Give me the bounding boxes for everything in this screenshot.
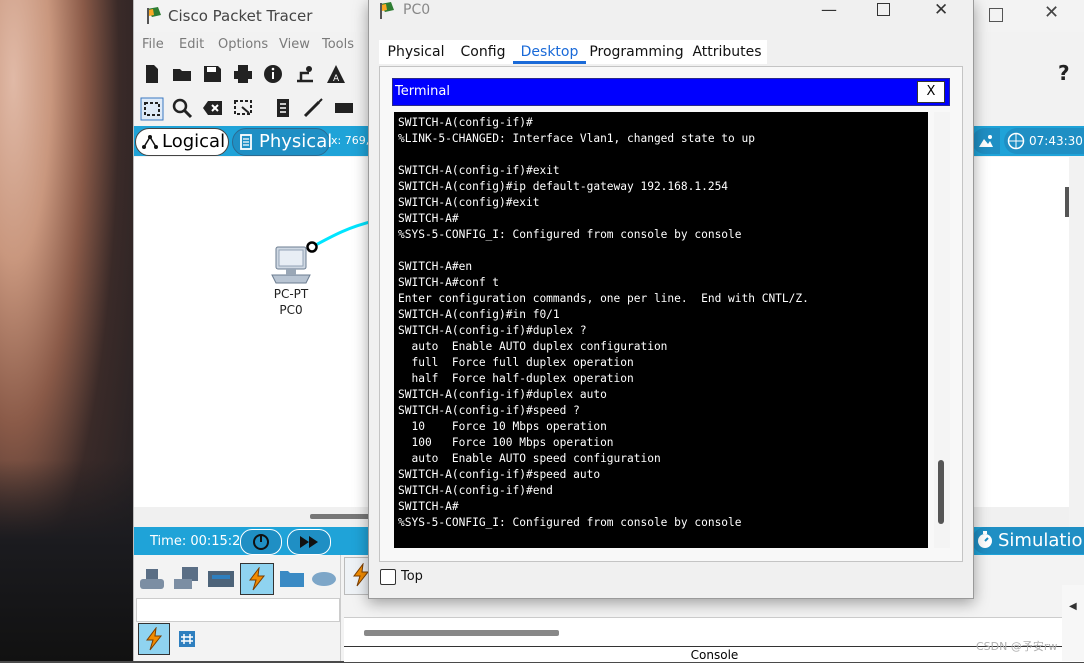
horizontal-scroll-thumb[interactable]	[310, 514, 370, 519]
device-label: PC-PT PC0	[258, 286, 324, 318]
network-devices-icon[interactable]	[138, 565, 168, 593]
inspect-icon[interactable]	[171, 97, 193, 119]
terminal-screen[interactable]: SWITCH-A(config-if)# %LINK-5-CHANGED: In…	[394, 112, 928, 548]
dialog-title: PC0	[403, 2, 431, 18]
pc0-dialog: PC0 — ✕ Physical Config Desktop Programm…	[368, 0, 974, 599]
delete-icon[interactable]	[202, 97, 224, 119]
logical-topology-icon	[142, 135, 158, 149]
terminal-header: Terminal X	[392, 78, 950, 106]
tab-physical-dialog[interactable]: Physical	[379, 40, 453, 64]
rectangle-icon[interactable]	[333, 97, 355, 119]
auto-connection-button[interactable]	[138, 623, 170, 655]
menu-tools[interactable]: Tools	[322, 37, 354, 52]
multiuser-cloud-icon[interactable]	[310, 565, 338, 591]
device-name: PC0	[279, 303, 303, 317]
components-icon[interactable]	[206, 565, 236, 593]
tab-logical-label: Logical	[162, 131, 226, 152]
connections-button[interactable]	[240, 563, 274, 595]
select-icon[interactable]	[140, 97, 164, 121]
tab-desktop[interactable]: Desktop	[513, 40, 586, 64]
maximize-button[interactable]	[877, 3, 890, 16]
close-button[interactable]: ✕	[1044, 2, 1059, 23]
pdu-list-panel: Console	[344, 617, 1084, 662]
menu-file[interactable]: File	[142, 37, 164, 52]
device-category-panel	[134, 555, 341, 661]
network-link	[306, 219, 374, 253]
menu-edit[interactable]: Edit	[179, 37, 204, 52]
power-cycle-button[interactable]	[240, 529, 282, 555]
minimize-button[interactable]: —	[821, 0, 837, 19]
main-window-title: Cisco Packet Tracer	[168, 7, 313, 25]
maximize-button[interactable]	[989, 8, 1003, 22]
power-cycle-icon	[253, 534, 269, 550]
terminal-output: SWITCH-A(config-if)# %LINK-5-CHANGED: In…	[398, 116, 809, 529]
vertical-scroll-thumb[interactable]	[1065, 187, 1069, 217]
tab-programming[interactable]: Programming	[586, 40, 687, 64]
end-devices-icon[interactable]	[172, 565, 202, 593]
top-checkbox[interactable]	[380, 569, 396, 585]
print-icon[interactable]	[232, 63, 254, 85]
simulation-label: Simulation	[998, 530, 1084, 551]
note-icon[interactable]	[272, 97, 294, 119]
new-file-icon[interactable]	[141, 63, 163, 85]
clock-display[interactable]: 07:43:30	[1004, 128, 1084, 154]
device-search-field[interactable]	[136, 598, 340, 622]
fast-forward-button[interactable]	[287, 529, 331, 555]
landscape-icon	[979, 135, 993, 147]
tab-logical[interactable]: Logical	[135, 128, 229, 156]
open-folder-icon[interactable]	[171, 63, 193, 85]
tab-config[interactable]: Config	[453, 40, 513, 64]
lightning-icon	[249, 567, 266, 591]
globe-clock-icon	[1007, 132, 1025, 150]
desktop-panel: Terminal X SWITCH-A(config-if)# %LINK-5-…	[379, 66, 963, 562]
terminal-scrollbar[interactable]	[934, 112, 950, 548]
fast-forward-icon	[300, 536, 318, 548]
dialog-close-button[interactable]: ✕	[934, 0, 948, 20]
pdu-scroll-thumb[interactable]	[364, 630, 559, 636]
elapsed-time: Time: 00:15:29	[150, 534, 249, 549]
lightning-icon	[146, 627, 163, 651]
collapse-arrow-icon: ◀	[1069, 601, 1077, 612]
stopwatch-icon	[978, 531, 992, 548]
simulation-mode-button[interactable]: Simulation	[972, 527, 1084, 554]
packet-tracer-logo-icon	[380, 2, 394, 19]
physical-book-icon	[240, 134, 252, 150]
network-info-icon[interactable]	[294, 63, 316, 85]
packet-tracer-logo-icon	[147, 7, 161, 24]
tab-physical-label: Physical	[259, 131, 333, 152]
resize-shape-icon[interactable]	[232, 97, 254, 119]
menu-view[interactable]: View	[279, 37, 310, 52]
help-icon[interactable]: ?	[1058, 61, 1070, 85]
right-collapse-panel[interactable]: ◀	[1062, 585, 1084, 661]
console-label: Console	[344, 646, 1084, 663]
menu-options[interactable]: Options	[218, 37, 268, 52]
grid-icon[interactable]	[178, 630, 196, 648]
device-type: PC-PT	[273, 287, 309, 301]
info-icon[interactable]	[262, 63, 284, 85]
activity-wizard-icon[interactable]: A	[325, 63, 347, 85]
cursor-coordinates: x: 769,	[331, 134, 370, 147]
background-photo-shadow	[0, 460, 134, 661]
clock-time: 07:43:30	[1029, 134, 1083, 148]
svg-text:A: A	[333, 74, 340, 84]
terminal-title: Terminal	[395, 84, 450, 99]
draw-line-icon[interactable]	[302, 97, 324, 119]
tab-physical[interactable]: Physical	[232, 128, 333, 156]
top-checkbox-label: Top	[401, 569, 423, 584]
environment-button[interactable]	[972, 128, 1000, 154]
terminal-close-button[interactable]: X	[917, 81, 945, 103]
tab-attributes[interactable]: Attributes	[687, 40, 767, 64]
terminal-scroll-thumb[interactable]	[938, 460, 944, 524]
watermark: CSDN @予安rw	[976, 640, 1058, 653]
save-icon[interactable]	[201, 63, 223, 85]
misc-folder-icon[interactable]	[278, 565, 306, 591]
pc-device-icon[interactable]	[268, 245, 314, 285]
